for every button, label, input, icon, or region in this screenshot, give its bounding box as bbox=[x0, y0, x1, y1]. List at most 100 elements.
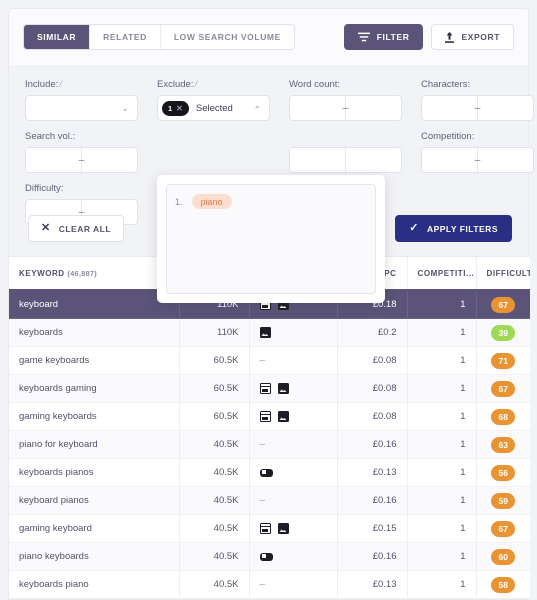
exclude-multiselect[interactable]: 1 ✕ Selected ⌄ bbox=[157, 95, 270, 121]
cell-difficulty: 60 bbox=[476, 542, 530, 571]
cell-keyword[interactable]: keyboards piano bbox=[9, 570, 180, 599]
hidden-max-input[interactable] bbox=[346, 148, 401, 172]
include-select[interactable]: ⌄ bbox=[25, 95, 138, 121]
clear-all-button[interactable]: ✕ CLEAR ALL bbox=[28, 215, 125, 242]
serp-snippet-icon[interactable] bbox=[259, 411, 271, 422]
cell-keyword[interactable]: keyboard pianos bbox=[9, 486, 180, 515]
table-row[interactable]: keyboards piano 40.5K – £0.13 1 58 bbox=[9, 570, 530, 599]
cell-keyword[interactable]: keyboards bbox=[9, 318, 180, 347]
cell-serp-features bbox=[249, 402, 338, 431]
difficulty-badge: 67 bbox=[491, 380, 516, 397]
cell-search-volume: 60.5K bbox=[179, 402, 250, 431]
column-difficulty[interactable]: DIFFICULTY bbox=[476, 257, 531, 291]
column-keyword[interactable]: KEYWORD (46,887) bbox=[9, 257, 180, 291]
serp-image-icon[interactable] bbox=[259, 327, 271, 338]
competition-range[interactable]: – bbox=[421, 147, 534, 173]
tab-low-search-volume[interactable]: LOW SEARCH VOLUME bbox=[160, 25, 294, 49]
cell-search-volume: 40.5K bbox=[179, 458, 250, 487]
check-icon: ✓ bbox=[409, 222, 419, 234]
clear-all-label: CLEAR ALL bbox=[58, 223, 112, 234]
serp-video-icon[interactable] bbox=[259, 552, 273, 561]
word-count-min-input[interactable] bbox=[290, 96, 345, 120]
characters-range[interactable]: – bbox=[421, 95, 534, 121]
search-vol-range[interactable]: – bbox=[25, 147, 138, 173]
cell-keyword[interactable]: piano for keyboard bbox=[9, 430, 180, 459]
competition-max-input[interactable] bbox=[478, 148, 533, 172]
cell-difficulty: 67 bbox=[476, 514, 530, 543]
table-row[interactable]: piano keyboards 40.5K £0.16 1 60 bbox=[9, 542, 530, 571]
difficulty-badge: 56 bbox=[491, 464, 516, 481]
table-row[interactable]: keyboards 110K £0.2 1 39 bbox=[9, 318, 530, 347]
cell-keyword[interactable]: gaming keyboard bbox=[9, 514, 180, 543]
serp-icon-group: – bbox=[260, 487, 327, 514]
hidden-range[interactable] bbox=[289, 147, 402, 173]
cell-serp-features bbox=[249, 514, 338, 543]
cell-keyword[interactable]: keyboard bbox=[9, 290, 180, 319]
cell-keyword[interactable]: game keyboards bbox=[9, 346, 180, 375]
hidden-min-input[interactable] bbox=[290, 148, 345, 172]
exclude-dropdown-item[interactable]: 1. piano bbox=[175, 194, 367, 209]
serp-icon-group: – bbox=[260, 431, 327, 458]
cell-cpc: £0.13 bbox=[337, 458, 408, 487]
cell-search-volume: 40.5K bbox=[179, 514, 250, 543]
close-icon[interactable]: ✕ bbox=[176, 104, 183, 113]
serp-video-icon[interactable] bbox=[259, 468, 273, 477]
competition-min-input[interactable] bbox=[422, 148, 477, 172]
difficulty-badge: 67 bbox=[491, 520, 516, 537]
table-row[interactable]: keyboard pianos 40.5K – £0.16 1 59 bbox=[9, 486, 530, 515]
difficulty-badge: 39 bbox=[491, 324, 516, 341]
table-body: keyboard 110K £0.18 1 67 keyboards 110K £0.2 1 39… bbox=[9, 290, 530, 599]
filter-button[interactable]: FILTER bbox=[343, 24, 424, 50]
characters-label: Characters: bbox=[421, 79, 471, 90]
word-count-range[interactable]: – bbox=[289, 95, 402, 121]
characters-max-input[interactable] bbox=[478, 96, 533, 120]
chevron-down-icon: ⌄ bbox=[121, 102, 129, 113]
close-x-icon: ✕ bbox=[41, 222, 51, 234]
cell-competition: 1 bbox=[407, 374, 477, 403]
serp-snippet-icon[interactable] bbox=[259, 523, 271, 534]
filter-characters: Characters: – bbox=[421, 79, 534, 121]
serp-icon-group bbox=[259, 403, 327, 430]
serp-snippet-icon[interactable] bbox=[259, 383, 271, 394]
cell-competition: 1 bbox=[407, 570, 477, 599]
cell-keyword[interactable]: gaming keyboards bbox=[9, 402, 180, 431]
column-competition[interactable]: COMPETITI... bbox=[407, 257, 477, 291]
cell-difficulty: 39 bbox=[476, 318, 530, 347]
table-row[interactable]: keyboards gaming 60.5K £0.08 1 67 bbox=[9, 374, 530, 403]
exclude-item-index: 1. bbox=[175, 196, 183, 207]
search-vol-min-input[interactable] bbox=[26, 148, 81, 172]
tab-similar-label: SIMILAR bbox=[37, 32, 77, 42]
table-row[interactable]: piano for keyboard 40.5K – £0.16 1 63 bbox=[9, 430, 530, 459]
tab-similar[interactable]: SIMILAR bbox=[24, 25, 91, 49]
column-difficulty-label: DIFFICULTY bbox=[486, 268, 531, 278]
search-vol-max-input[interactable] bbox=[82, 148, 137, 172]
cell-cpc: £0.08 bbox=[337, 346, 408, 375]
table-row[interactable]: gaming keyboards 60.5K £0.08 1 68 bbox=[9, 402, 530, 431]
cell-serp-features: – bbox=[249, 486, 338, 515]
exclude-item-tag[interactable]: piano bbox=[191, 194, 232, 209]
word-count-max-input[interactable] bbox=[346, 96, 401, 120]
table-row[interactable]: gaming keyboard 40.5K £0.15 1 67 bbox=[9, 514, 530, 543]
cell-keyword[interactable]: piano keyboards bbox=[9, 542, 180, 571]
apply-filters-button[interactable]: ✓ APPLY FILTERS bbox=[395, 215, 512, 242]
serp-image-icon[interactable] bbox=[277, 383, 289, 394]
characters-min-input[interactable] bbox=[422, 96, 477, 120]
exclude-dropdown-panel[interactable]: 1. piano bbox=[157, 175, 385, 303]
cell-search-volume: 60.5K bbox=[179, 374, 250, 403]
word-count-label: Word count: bbox=[289, 79, 341, 90]
serp-icon-group bbox=[259, 515, 327, 542]
include-label-slash: / bbox=[59, 79, 62, 90]
keyword-count: (46,887) bbox=[67, 268, 97, 278]
cell-keyword[interactable]: keyboards pianos bbox=[9, 458, 180, 487]
table-row[interactable]: game keyboards 60.5K – £0.08 1 71 bbox=[9, 346, 530, 375]
serp-image-icon[interactable] bbox=[277, 523, 289, 534]
tab-related[interactable]: RELATED bbox=[90, 25, 161, 49]
table-row[interactable]: keyboards pianos 40.5K £0.13 1 56 bbox=[9, 458, 530, 487]
exclude-count-pill[interactable]: 1 ✕ bbox=[162, 100, 189, 116]
difficulty-badge: 63 bbox=[491, 436, 516, 453]
export-button[interactable]: EXPORT bbox=[431, 24, 514, 50]
serp-image-icon[interactable] bbox=[277, 411, 289, 422]
toolbar-actions: FILTER EXPORT bbox=[343, 24, 514, 50]
cell-serp-features bbox=[249, 458, 338, 487]
cell-keyword[interactable]: keyboards gaming bbox=[9, 374, 180, 403]
